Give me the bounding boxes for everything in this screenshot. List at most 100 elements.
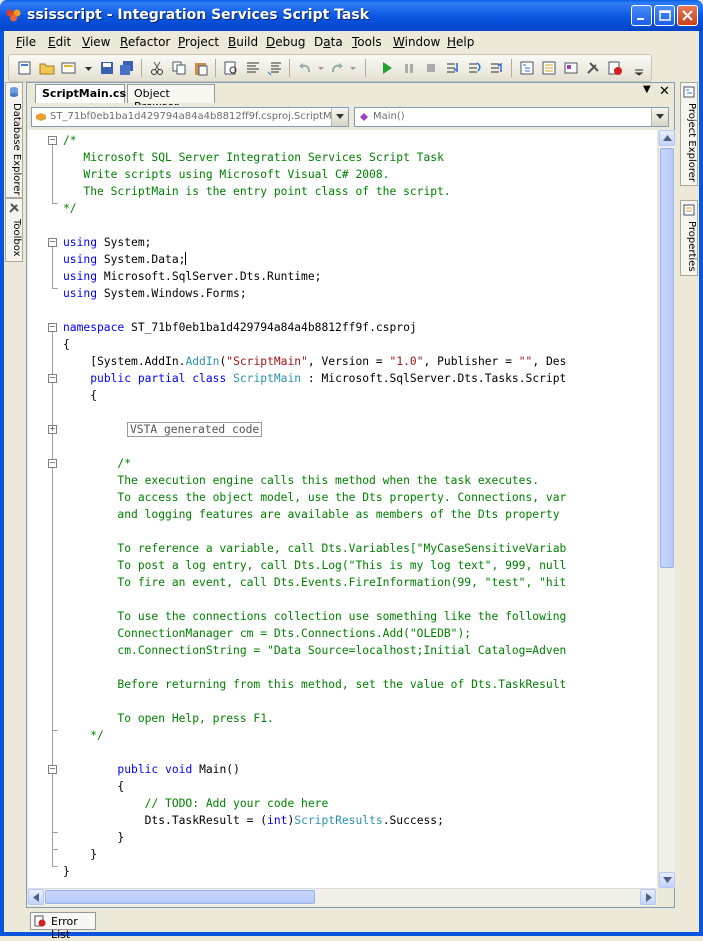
document-tabstrip: ScriptMain.cs Object Browser ▼ ✕ [27, 83, 674, 113]
tab-error-list[interactable]: Error List [30, 912, 96, 941]
code-line: Microsoft SQL Server Integration Service… [63, 151, 444, 164]
code-line: [System.AddIn.AddIn("ScriptMain", Versio… [63, 355, 567, 368]
save-icon[interactable] [99, 60, 115, 76]
code-line: using Microsoft.SqlServer.Dts.Runtime; [63, 270, 322, 283]
close-document-icon[interactable]: ✕ [659, 84, 670, 99]
dropdown-arrow-icon[interactable] [81, 60, 97, 76]
menu-data[interactable]: Data [314, 35, 343, 49]
fold-guide-end [52, 203, 58, 204]
title-bar[interactable]: ssisscript - Integration Services Script… [0, 0, 703, 31]
code-line: } [63, 831, 125, 844]
horizontal-scroll-thumb[interactable] [45, 890, 315, 904]
collapse-toggle-icon[interactable]: − [48, 765, 57, 774]
undo-icon[interactable] [297, 60, 313, 76]
type-dropdown[interactable]: ST_71bf0eb1ba1d429794a84a4b8812ff9f.cspr… [31, 107, 349, 127]
tab-properties[interactable]: Properties [680, 200, 698, 276]
code-line: using System.Data; [63, 252, 187, 266]
redo-icon[interactable] [329, 60, 345, 76]
horizontal-scrollbar[interactable] [28, 888, 657, 906]
code-line: using System; [63, 236, 152, 249]
copy-icon[interactable] [171, 60, 187, 76]
code-line: To post a log entry, call Dts.Log("This … [63, 559, 567, 572]
code-line: Write scripts using Microsoft Visual C# … [63, 168, 390, 181]
collapsed-region[interactable]: VSTA generated code [127, 421, 263, 438]
maximize-button[interactable] [654, 5, 675, 26]
menu-file[interactable]: File [16, 35, 36, 49]
active-files-dropdown-icon[interactable]: ▼ [643, 84, 651, 95]
tab-scriptmain-cs[interactable]: ScriptMain.cs [35, 84, 126, 103]
class-icon [36, 113, 46, 121]
open-folder-icon[interactable] [39, 60, 55, 76]
break-all-icon[interactable] [401, 60, 417, 76]
comment-lines-icon[interactable] [245, 60, 261, 76]
outlining-margin: − − − − + − − [28, 130, 58, 888]
uncomment-lines-icon[interactable] [267, 60, 283, 76]
window-frame-right [699, 31, 703, 936]
tab-database-explorer[interactable]: Database Explorer [5, 82, 23, 198]
undo-dropdown-icon[interactable] [313, 60, 329, 76]
code-line: public void Main() [117, 763, 240, 776]
menu-window[interactable]: Window [393, 35, 440, 49]
tab-toolbox[interactable]: Toolbox [5, 198, 23, 262]
menu-build[interactable]: Build [228, 35, 258, 49]
type-dropdown-button[interactable] [331, 108, 348, 126]
member-dropdown-button[interactable] [651, 108, 668, 126]
vertical-scroll-thumb[interactable] [660, 148, 674, 568]
expand-toggle-icon[interactable]: + [48, 425, 57, 434]
close-window-button[interactable] [677, 5, 698, 26]
fold-guide [52, 247, 53, 288]
toolbar-options-icon[interactable] [631, 60, 647, 76]
scroll-right-button[interactable] [640, 889, 656, 905]
find-in-files-icon[interactable] [223, 60, 239, 76]
properties-window-icon[interactable] [541, 60, 557, 76]
menu-debug[interactable]: Debug [266, 35, 305, 49]
tab-object-browser[interactable]: Object Browser [127, 84, 215, 113]
fold-guide [52, 332, 53, 866]
solution-explorer-icon[interactable] [519, 60, 535, 76]
add-item-icon[interactable] [17, 60, 33, 76]
standard-toolbar [8, 54, 652, 82]
collapse-toggle-icon[interactable]: − [48, 374, 57, 383]
step-over-icon[interactable] [467, 60, 483, 76]
redo-dropdown-icon[interactable] [345, 60, 361, 76]
member-dropdown[interactable]: Main() [354, 107, 669, 127]
toolbox-icon[interactable] [585, 60, 601, 76]
code-editor[interactable]: − − − − + − − /* Microsoft SQL Server In… [28, 130, 657, 888]
tab-label: Project Explorer [686, 103, 697, 183]
menu-view[interactable]: View [82, 35, 110, 49]
menu-help[interactable]: Help [447, 35, 474, 49]
ssis-app-icon [6, 9, 21, 22]
menu-project[interactable]: Project [178, 35, 219, 49]
scroll-left-button[interactable] [28, 889, 44, 905]
scroll-up-button[interactable] [659, 130, 675, 146]
vertical-scrollbar[interactable] [658, 130, 675, 888]
save-all-icon[interactable] [119, 60, 135, 76]
collapse-toggle-icon[interactable]: − [48, 136, 57, 145]
paste-icon[interactable] [193, 60, 209, 76]
collapse-toggle-icon[interactable]: − [48, 459, 57, 468]
database-icon [10, 87, 18, 97]
menu-bar: File Edit View Refactor Project Build De… [4, 31, 699, 53]
scroll-down-button[interactable] [659, 872, 675, 888]
object-browser-icon[interactable] [563, 60, 579, 76]
code-line: To reference a variable, call Dts.Variab… [63, 542, 567, 555]
minimize-button[interactable] [631, 5, 652, 26]
fold-guide-end [52, 849, 58, 850]
menu-refactor[interactable]: Refactor [120, 35, 170, 49]
tab-project-explorer[interactable]: Project Explorer [680, 82, 698, 186]
tab-label: Toolbox [11, 219, 22, 257]
cut-icon[interactable] [149, 60, 165, 76]
region-label[interactable]: VSTA generated code [127, 422, 263, 437]
step-into-icon[interactable] [445, 60, 461, 76]
stop-debugging-icon[interactable] [423, 60, 439, 76]
collapse-toggle-icon[interactable]: − [48, 323, 57, 332]
menu-edit[interactable]: Edit [48, 35, 71, 49]
start-debugging-icon[interactable] [379, 60, 395, 76]
menu-tools[interactable]: Tools [352, 35, 382, 49]
tab-label: Properties [686, 221, 697, 272]
step-out-icon[interactable] [489, 60, 505, 76]
add-new-item-icon[interactable] [61, 60, 77, 76]
collapse-toggle-icon[interactable]: − [48, 238, 57, 247]
error-list-icon[interactable] [607, 60, 623, 76]
code-line: cm.ConnectionString = "Data Source=local… [63, 644, 567, 657]
